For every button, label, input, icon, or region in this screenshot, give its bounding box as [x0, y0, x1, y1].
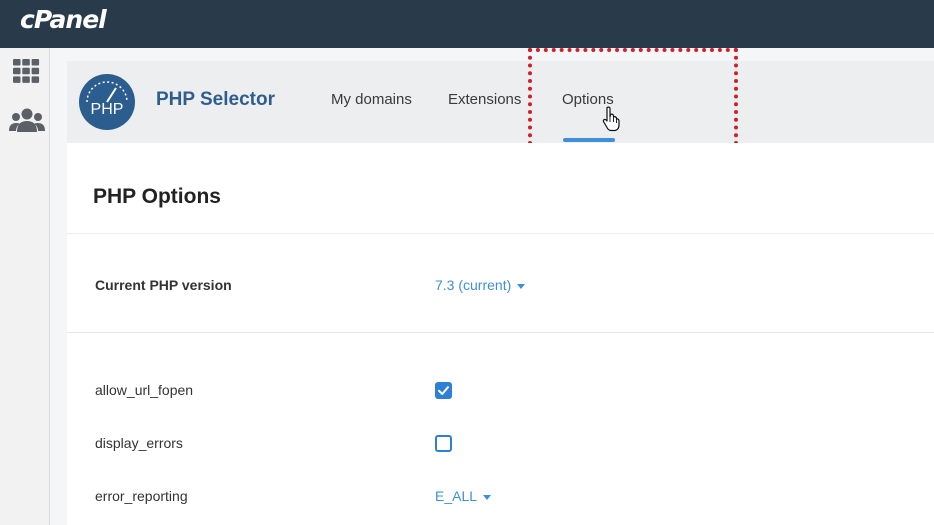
divider — [67, 233, 934, 234]
tab-extensions[interactable]: Extensions — [448, 91, 521, 108]
option-label-display-errors: display_errors — [95, 435, 183, 451]
users-icon[interactable] — [9, 107, 45, 133]
caret-down-icon — [483, 494, 492, 500]
option-label-allow-url-fopen: allow_url_fopen — [95, 382, 194, 398]
app-title: PHP Selector — [156, 89, 275, 110]
php-version-dropdown[interactable]: 7.3 (current) — [435, 277, 526, 293]
error-reporting-dropdown[interactable]: E_ALL — [435, 488, 492, 504]
error-reporting-value: E_ALL — [435, 488, 478, 504]
top-bar: cPanel — [0, 0, 934, 48]
checkmark-icon — [438, 386, 449, 395]
sidebar — [0, 48, 50, 525]
php-logo: PHP — [79, 74, 135, 130]
display-errors-checkbox[interactable] — [435, 435, 452, 452]
caret-down-icon — [517, 283, 526, 289]
php-selector-header: PHP PHP Selector My domains Extensions O… — [67, 61, 934, 143]
pointer-cursor-icon — [602, 106, 620, 132]
divider — [67, 332, 934, 333]
php-version-value: 7.3 (current) — [435, 277, 512, 293]
option-label-error-reporting: error_reporting — [95, 488, 188, 504]
apps-grid-icon[interactable] — [11, 58, 41, 84]
cpanel-logo[interactable]: cPanel — [20, 5, 107, 34]
php-logo-text: PHP — [91, 101, 124, 118]
php-options-panel: PHP Options Current PHP version 7.3 (cur… — [67, 143, 934, 525]
current-version-label: Current PHP version — [95, 277, 232, 293]
allow-url-fopen-checkbox[interactable] — [435, 382, 452, 399]
page-title: PHP Options — [93, 185, 221, 208]
tab-my-domains[interactable]: My domains — [331, 91, 412, 108]
